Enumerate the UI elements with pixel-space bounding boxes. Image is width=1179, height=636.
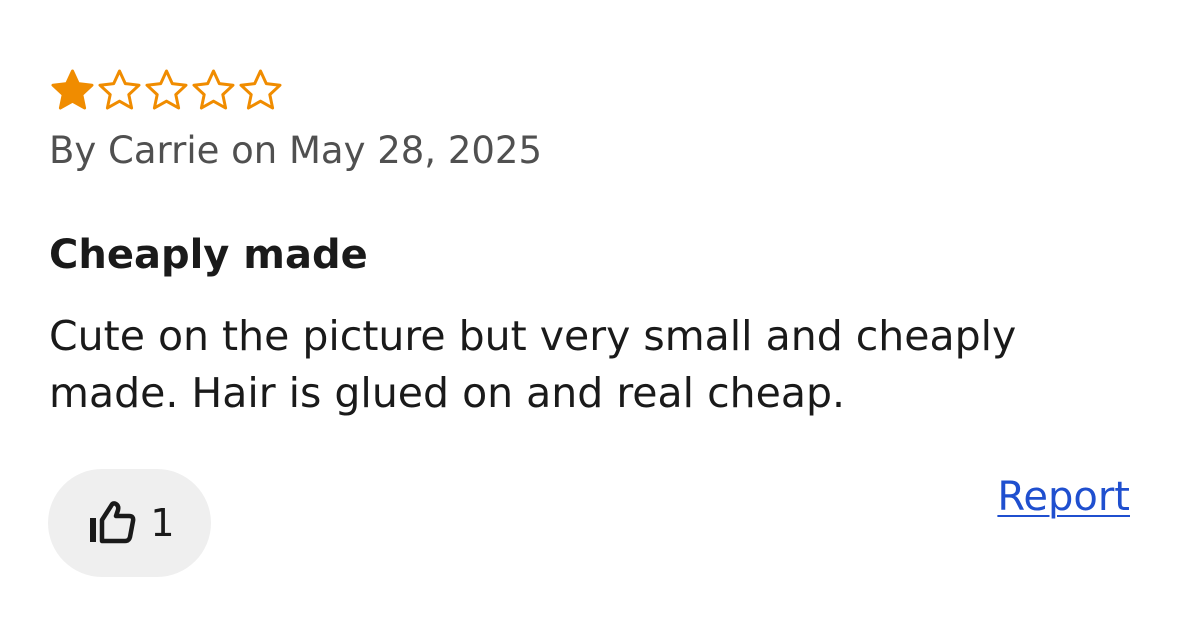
- star-rating: [50, 68, 283, 110]
- review-byline: By Carrie on May 28, 2025: [49, 129, 542, 172]
- star-empty-icon: [239, 69, 282, 110]
- report-link[interactable]: Report: [997, 470, 1130, 524]
- review-body: Cute on the picture but very small and c…: [49, 312, 1017, 417]
- star-filled-icon: [51, 69, 94, 110]
- star-empty-icon: [98, 69, 141, 110]
- thumbs-up-icon: [90, 501, 136, 544]
- review-title: Cheaply made: [49, 232, 368, 278]
- star-empty-icon: [145, 69, 188, 110]
- helpful-button[interactable]: 1: [48, 469, 211, 577]
- helpful-count: 1: [150, 501, 175, 545]
- star-empty-icon: [192, 69, 235, 110]
- review-card: By Carrie on May 28, 2025 Cheaply made C…: [0, 0, 1179, 636]
